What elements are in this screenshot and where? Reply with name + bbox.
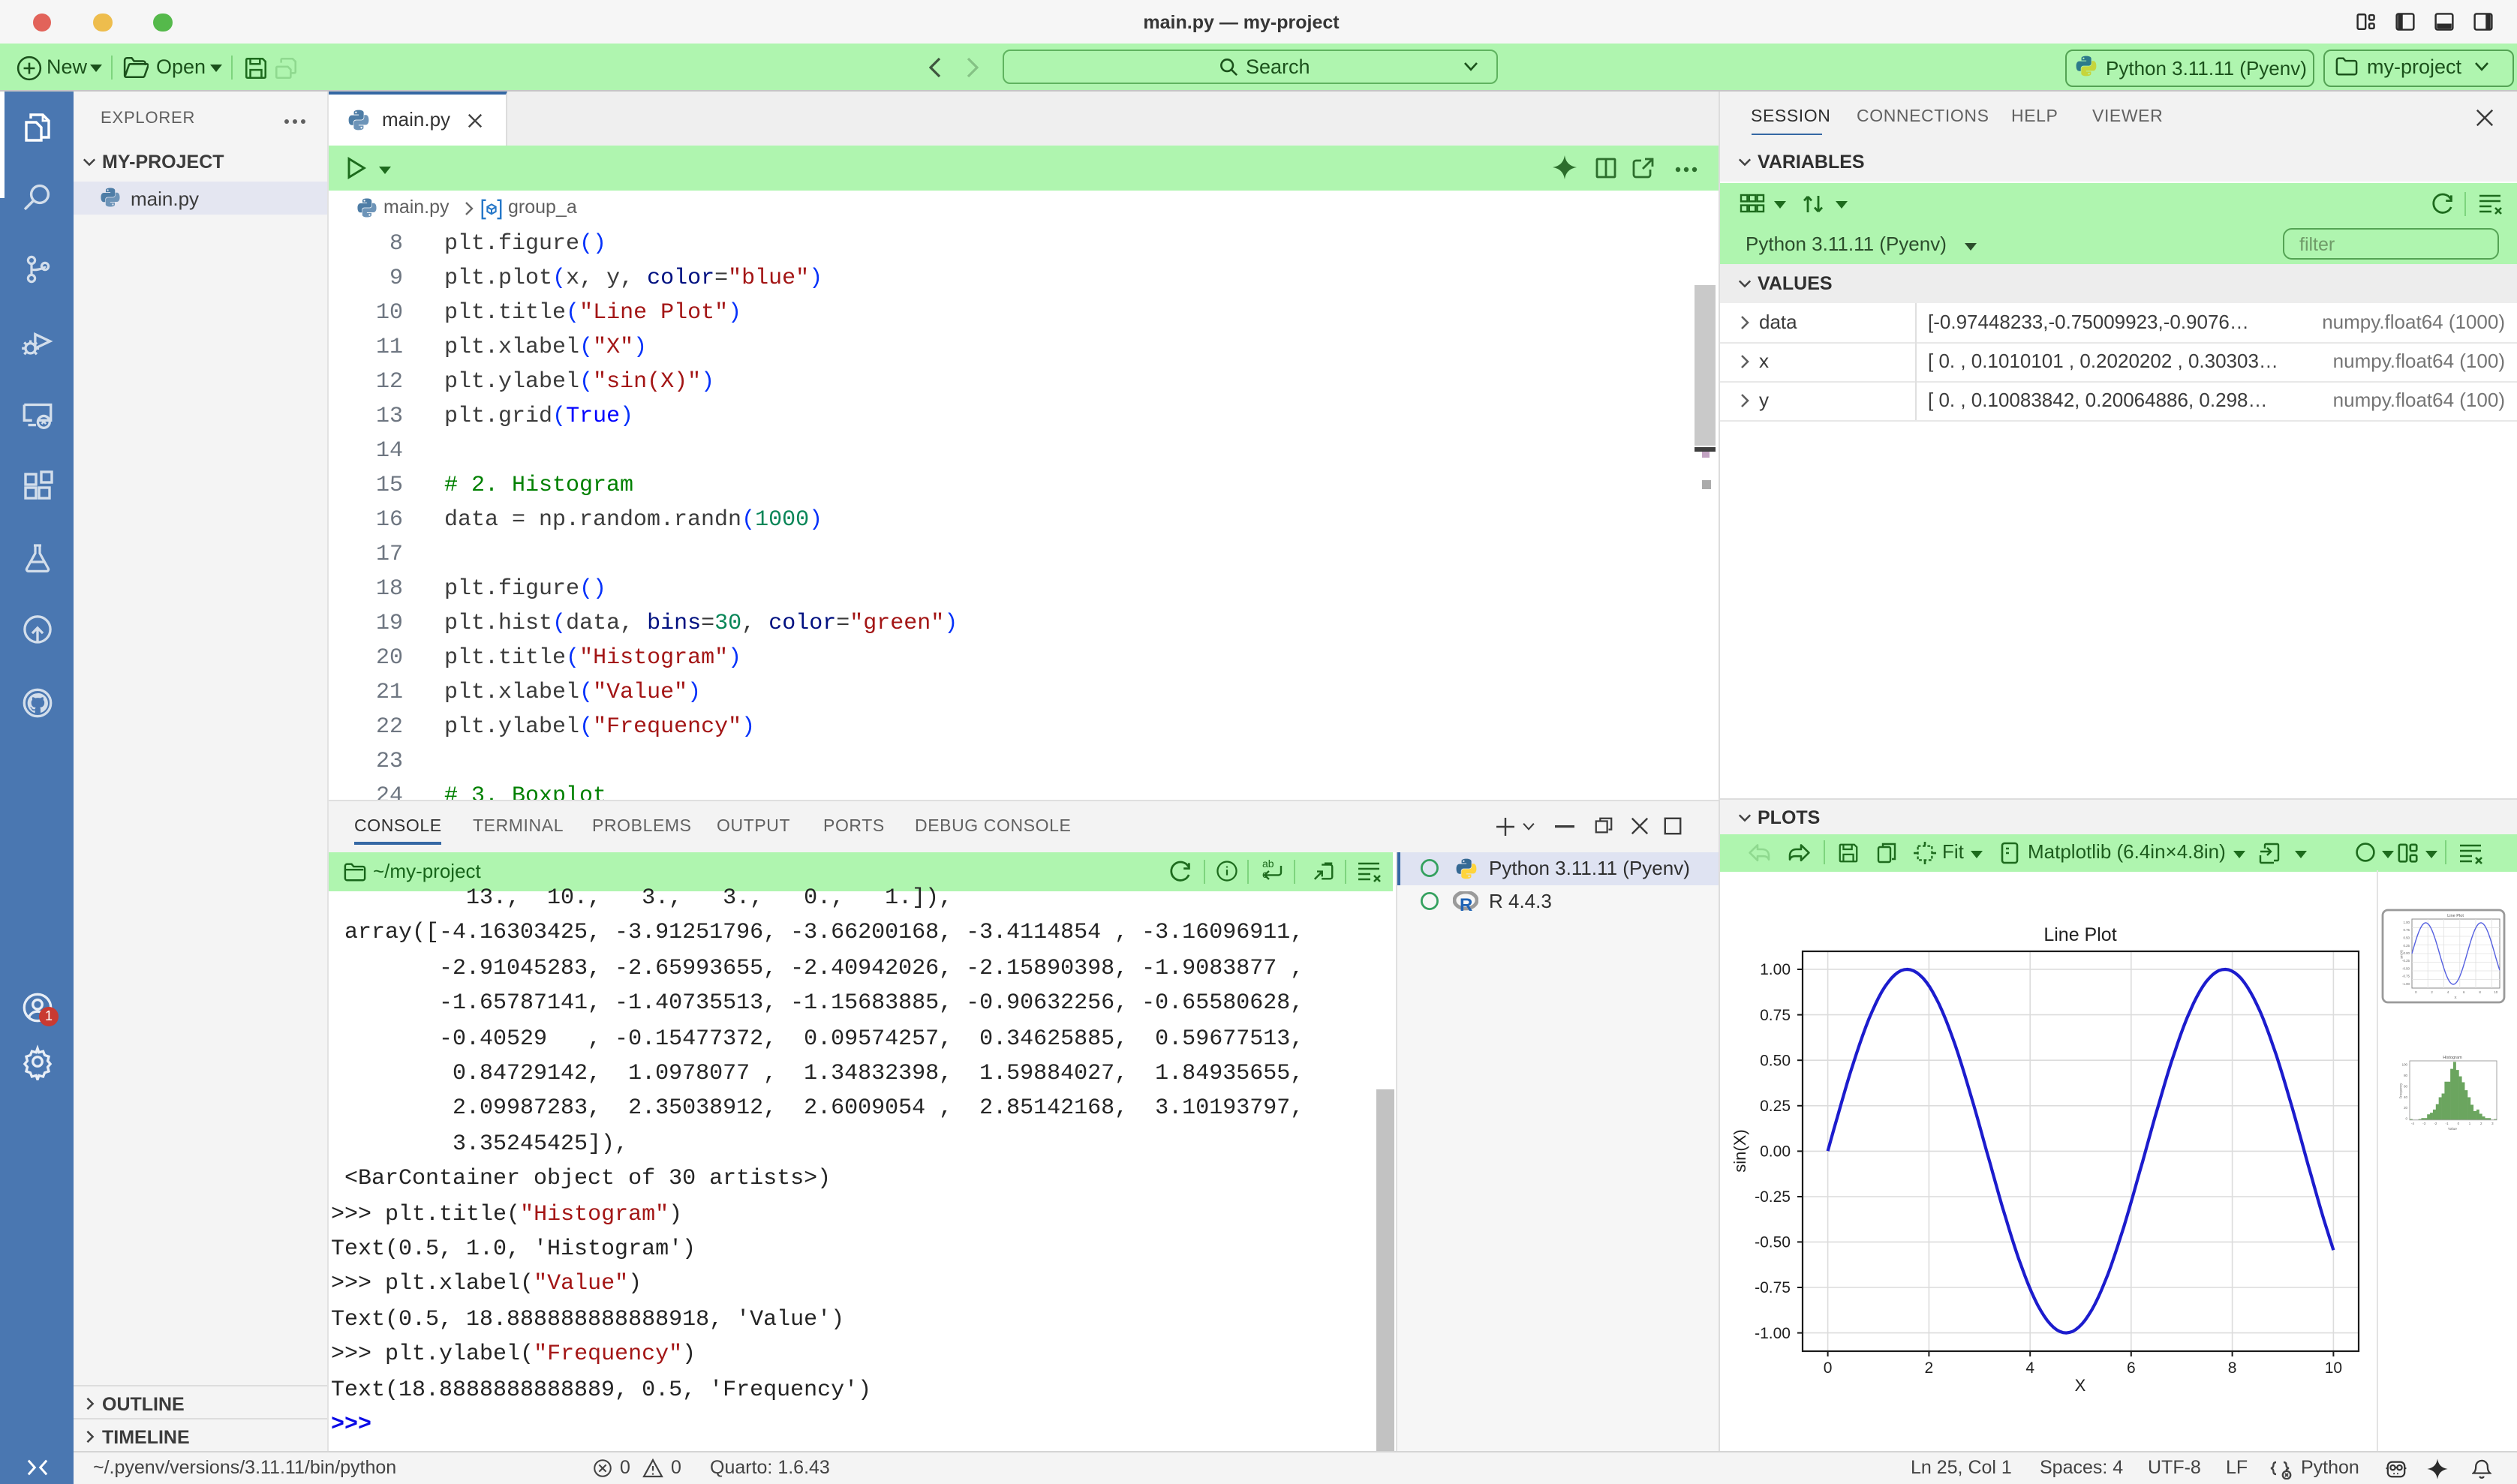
svg-text:80: 80: [2404, 1074, 2407, 1077]
svg-text:sin(X): sin(X): [2400, 950, 2404, 959]
svg-text:0.00: 0.00: [1760, 1143, 1791, 1161]
svg-text:-1: -1: [2446, 1122, 2449, 1125]
svg-text:2: 2: [1925, 1359, 1934, 1377]
svg-text:10: 10: [2325, 1359, 2342, 1377]
svg-text:1.00: 1.00: [1760, 961, 1791, 978]
svg-text:-0.75: -0.75: [1755, 1279, 1791, 1296]
svg-text:10: 10: [2494, 990, 2497, 994]
svg-text:4: 4: [2025, 1359, 2034, 1377]
svg-text:-2: -2: [2434, 1122, 2437, 1125]
svg-text:0.75: 0.75: [2403, 928, 2410, 932]
svg-text:-0.25: -0.25: [2402, 959, 2410, 963]
svg-text:-3: -3: [2422, 1122, 2425, 1125]
svg-text:Frequency: Frequency: [2399, 1083, 2403, 1099]
svg-text:8: 8: [2228, 1359, 2237, 1377]
svg-text:X: X: [2075, 1376, 2086, 1395]
svg-text:100: 100: [2402, 1063, 2408, 1067]
svg-text:0.00: 0.00: [2403, 951, 2410, 955]
svg-text:0.50: 0.50: [1760, 1052, 1791, 1069]
svg-text:sin(X): sin(X): [1731, 1129, 1749, 1172]
svg-text:0.75: 0.75: [1760, 1007, 1791, 1024]
svg-text:Line Plot: Line Plot: [2043, 924, 2116, 945]
svg-text:0.25: 0.25: [1760, 1098, 1791, 1115]
svg-text:-1.00: -1.00: [1755, 1325, 1791, 1342]
svg-text:60: 60: [2404, 1084, 2407, 1088]
svg-text:0.25: 0.25: [2403, 944, 2410, 948]
svg-text:20: 20: [2404, 1106, 2407, 1110]
svg-text:1.00: 1.00: [2403, 921, 2410, 924]
svg-text:0: 0: [1824, 1359, 1833, 1377]
svg-text:Value: Value: [2448, 1127, 2457, 1131]
svg-text:c: c: [1262, 867, 1267, 879]
svg-text:-4: -4: [2411, 1122, 2414, 1125]
svg-text:-1.00: -1.00: [2402, 982, 2410, 986]
svg-text:-0.75: -0.75: [2402, 975, 2410, 978]
svg-text:0.50: 0.50: [2403, 936, 2410, 939]
svg-text:R: R: [1460, 894, 1472, 912]
svg-text:-0.50: -0.50: [2402, 966, 2410, 970]
svg-text:Histogram: Histogram: [2443, 1056, 2462, 1060]
svg-text:40: 40: [2404, 1095, 2407, 1099]
svg-text:Line Plot: Line Plot: [2447, 914, 2464, 918]
svg-text:6: 6: [2127, 1359, 2136, 1377]
svg-text:-0.25: -0.25: [1755, 1188, 1791, 1206]
svg-text:-0.50: -0.50: [1755, 1234, 1791, 1251]
